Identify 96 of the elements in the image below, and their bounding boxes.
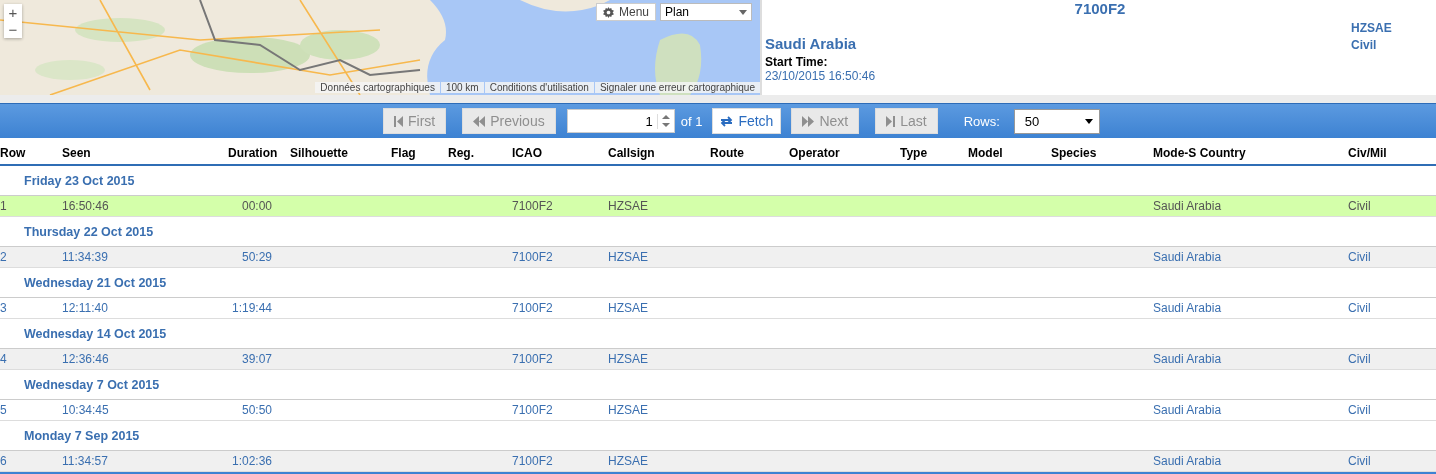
date-group-header: Monday 7 Sep 2015 <box>24 428 140 443</box>
table-cell-text: 50:29 <box>240 250 273 264</box>
table-cell-text: 11:34:39 <box>62 250 109 264</box>
table-row[interactable]: 2 11:34:39 50:29 7100F2 HZSAE Saudi Arabia Civil <box>0 246 1436 268</box>
zoom-in-button[interactable]: + <box>4 4 22 21</box>
table-row[interactable]: 5 10:34:45 50:50 7100F2 HZSAE Saudi Arabia Civil <box>0 399 1436 421</box>
table-cell-text: 7100F2 <box>512 250 554 264</box>
skip-back-icon <box>394 115 403 127</box>
start-time-value: 23/10/2015 16:50:46 <box>765 69 876 83</box>
column-header[interactable]: Reg. <box>448 145 512 160</box>
fetch-button[interactable]: Fetch <box>712 108 782 134</box>
table-cell-text: Saudi Arabia <box>1153 301 1223 315</box>
table-cell-text: 16:50:46 <box>62 199 110 213</box>
table-cell-text: 50:50 <box>240 403 273 417</box>
table-cell-text: Saudi Arabia <box>1153 250 1223 264</box>
table-cell-text: HZSAE <box>608 199 649 213</box>
table-cell-text: Saudi Arabia <box>1153 199 1223 213</box>
table-cell-text: 7100F2 <box>512 454 554 468</box>
map-type-dropdown[interactable]: Plan <box>660 3 752 21</box>
table-cell-text: HZSAE <box>608 352 649 366</box>
table-cell-text: 7100F2 <box>512 199 554 213</box>
table-cell-text: 6 <box>0 454 8 468</box>
zoom-out-button[interactable]: − <box>4 21 22 38</box>
column-header[interactable]: Callsign <box>608 145 710 160</box>
page-number-field[interactable]: 1 <box>566 109 675 133</box>
column-header[interactable]: Flag <box>391 145 448 160</box>
table-cell-text: 3 <box>0 301 8 315</box>
table-cell-text: 39:07 <box>240 352 273 366</box>
callsign-value: HZSAE <box>1351 21 1393 35</box>
table-cell-text: Saudi Arabia <box>1153 352 1223 366</box>
column-header[interactable]: Seen <box>62 145 228 160</box>
table-cell-text: 4 <box>0 352 8 366</box>
map-attribution: Conditions d'utilisation <box>484 82 594 93</box>
table-cell-text: 00:00 <box>240 199 273 213</box>
column-header[interactable]: Duration <box>228 145 290 160</box>
column-header[interactable]: Type <box>900 145 968 160</box>
column-header[interactable]: Row <box>0 145 62 160</box>
column-header[interactable]: Mode-S Country <box>1153 145 1348 160</box>
rows-label: Rows: <box>963 113 1000 129</box>
column-header[interactable]: ICAO <box>512 145 608 160</box>
start-time-label: Start Time: <box>765 55 829 69</box>
table-row[interactable]: 1 16:50:46 00:00 7100F2 HZSAE Saudi Arabia Civil <box>0 195 1436 217</box>
table-cell-text: 7100F2 <box>512 352 554 366</box>
rewind-icon <box>473 115 486 127</box>
date-group-header: Thursday 22 Oct 2015 <box>24 224 154 239</box>
table-cell-text: HZSAE <box>608 454 649 468</box>
icao-title: 7100F2 <box>1073 0 1127 17</box>
spinner-arrows-icon <box>661 114 670 128</box>
table-cell-text: 11:34:57 <box>62 454 109 468</box>
table-cell-text: 12:11:40 <box>62 301 109 315</box>
date-group-header: Friday 23 Oct 2015 <box>24 173 135 188</box>
civ-mil-value: Civil <box>1351 38 1378 52</box>
country-name: Saudi Arabia <box>765 35 858 52</box>
table-cell-text: Civil <box>1348 301 1372 315</box>
table-cell-text: HZSAE <box>608 301 649 315</box>
date-group-header: Wednesday 21 Oct 2015 <box>24 275 167 290</box>
gear-icon <box>602 6 614 18</box>
table-cell-text: 1 <box>0 199 8 213</box>
fast-forward-icon <box>802 115 815 127</box>
map-attribution: Signaler une erreur cartographique <box>594 82 760 93</box>
table-row[interactable]: 6 11:34:57 1:02:36 7100F2 HZSAE Saudi Arabia Civil <box>0 450 1436 472</box>
table-cell-text: 5 <box>0 403 8 417</box>
table-cell-text: Civil <box>1348 352 1372 366</box>
map-attribution: Données cartographiques <box>315 82 440 93</box>
date-group-header: Wednesday 7 Oct 2015 <box>24 377 160 392</box>
column-header[interactable]: Route <box>710 145 789 160</box>
table-cell-text: Civil <box>1348 454 1372 468</box>
table-cell-text: HZSAE <box>608 250 649 264</box>
skip-forward-icon <box>886 115 896 127</box>
table-cell-text: 1:02:36 <box>230 454 273 468</box>
column-header[interactable]: Civ/Mil <box>1348 145 1436 160</box>
table-cell-text: Civil <box>1348 199 1372 213</box>
table-cell-text: Civil <box>1348 250 1372 264</box>
table-cell-text: 7100F2 <box>512 301 554 315</box>
date-group-header: Wednesday 14 Oct 2015 <box>24 326 167 341</box>
column-header[interactable]: Operator <box>789 145 900 160</box>
column-header[interactable]: Model <box>968 145 1051 160</box>
map-attribution: 100 km <box>440 82 484 93</box>
page-count: of 1 <box>680 113 703 129</box>
splitter-bar[interactable] <box>0 95 1436 103</box>
table-cell-text: 1:19:44 <box>230 301 273 315</box>
column-header[interactable]: Silhouette <box>290 145 391 160</box>
table-cell-text: 7100F2 <box>512 403 554 417</box>
table-row[interactable]: 3 12:11:40 1:19:44 7100F2 HZSAE Saudi Arabia Civil <box>0 297 1436 319</box>
table-cell-text: Saudi Arabia <box>1153 454 1223 468</box>
map-menu-button[interactable]: Menu <box>595 3 656 21</box>
table-row[interactable]: 4 12:36:46 39:07 7100F2 HZSAE Saudi Arabia Civil <box>0 348 1436 370</box>
table-cell-text: HZSAE <box>608 403 649 417</box>
rows-dropdown[interactable]: 50 <box>1013 108 1100 134</box>
table-cell-text: 10:34:45 <box>62 403 110 417</box>
table-cell-text: Civil <box>1348 403 1372 417</box>
table-cell-text: Saudi Arabia <box>1153 403 1223 417</box>
column-header[interactable]: Species <box>1051 145 1153 160</box>
table-cell-text: 12:36:46 <box>62 352 110 366</box>
table-cell-text: 2 <box>0 250 8 264</box>
refresh-icon <box>720 115 734 127</box>
